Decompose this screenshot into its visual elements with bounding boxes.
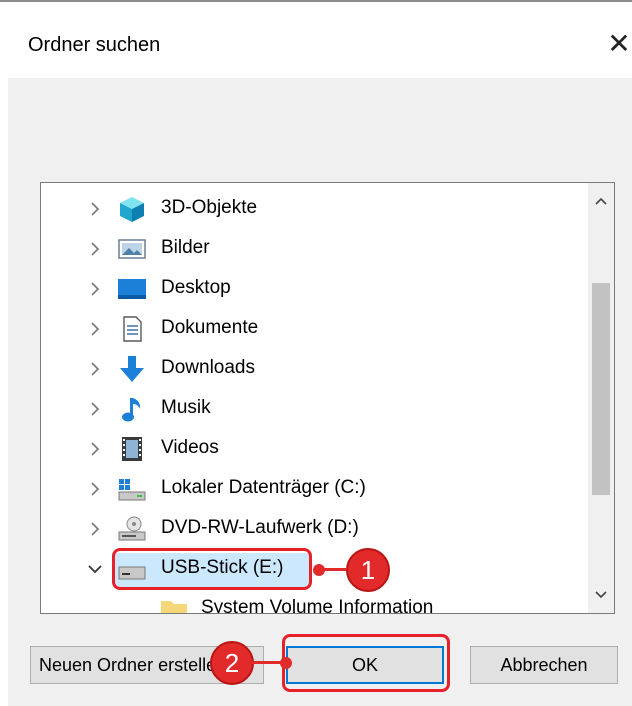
chevron-right-icon[interactable] (85, 199, 105, 219)
chevron-right-icon[interactable] (85, 359, 105, 379)
annotation-highlight-ok (282, 634, 450, 692)
tree-item-local-disk-c[interactable]: Lokaler Datenträger (C:) (41, 469, 589, 509)
tree-item-label: 3D-Objekte (161, 197, 258, 218)
3d-objects-icon (120, 197, 144, 222)
scroll-thumb[interactable] (592, 283, 610, 495)
title-bar[interactable]: Ordner suchen ✕ (0, 2, 632, 78)
cancel-button[interactable]: Abbrechen (470, 646, 618, 684)
tree-item-label: DVD-RW-Laufwerk (D:) (161, 517, 359, 538)
annotation-highlight-usb (112, 548, 312, 590)
annotation-pointer-line (318, 568, 346, 571)
annotation-pointer-dot (280, 657, 292, 669)
tree-item-3d-objects[interactable]: 3D-Objekte (41, 189, 589, 229)
vertical-scrollbar[interactable] (588, 183, 614, 613)
tree-item-desktop[interactable]: Desktop (41, 269, 589, 309)
annotation-step-2-badge: 2 (210, 641, 254, 685)
tree-item-documents[interactable]: Dokumente (41, 309, 589, 349)
tree-item-label: System Volume Information (201, 597, 434, 613)
tree-item-label: Downloads (161, 357, 255, 378)
tree-item-system-volume-information[interactable]: System Volume Information (41, 589, 589, 613)
chevron-down-icon[interactable] (85, 559, 105, 579)
tree-item-dvd-drive-d[interactable]: DVD-RW-Laufwerk (D:) (41, 509, 589, 549)
tree-item-label: Dokumente (161, 317, 259, 338)
dialog-title: Ordner suchen (28, 34, 161, 56)
close-icon[interactable]: ✕ (604, 26, 632, 62)
tree-item-pictures[interactable]: Bilder (41, 229, 589, 269)
chevron-right-icon[interactable] (85, 319, 105, 339)
documents-icon (123, 316, 142, 342)
chevron-right-icon[interactable] (85, 279, 105, 299)
chevron-right-icon[interactable] (85, 439, 105, 459)
music-icon (122, 398, 141, 422)
tree-item-downloads[interactable]: Downloads (41, 349, 589, 389)
chevron-right-icon[interactable] (85, 239, 105, 259)
chevron-right-icon[interactable] (85, 519, 105, 539)
folder-icon (161, 601, 187, 613)
desktop-icon (118, 279, 146, 299)
scroll-up-icon[interactable] (588, 189, 614, 213)
pictures-icon (118, 239, 146, 259)
annotation-step-1-badge: 1 (346, 548, 390, 592)
tree-item-label: Videos (161, 437, 219, 458)
downloads-icon (120, 356, 144, 382)
chevron-right-icon[interactable] (85, 399, 105, 419)
tree-item-videos[interactable]: Videos (41, 429, 589, 469)
tree-item-label: Musik (161, 397, 211, 418)
scroll-down-icon[interactable] (588, 583, 614, 607)
tree-item-music[interactable]: Musik (41, 389, 589, 429)
local-disk-icon (118, 479, 146, 501)
annotation-pointer-line (252, 661, 282, 664)
videos-icon (122, 437, 142, 461)
tree-item-label: Desktop (161, 277, 231, 298)
chevron-right-icon[interactable] (85, 479, 105, 499)
dvd-drive-icon (118, 516, 146, 541)
tree-item-label: Lokaler Datenträger (C:) (161, 477, 366, 498)
tree-item-label: Bilder (161, 237, 210, 258)
